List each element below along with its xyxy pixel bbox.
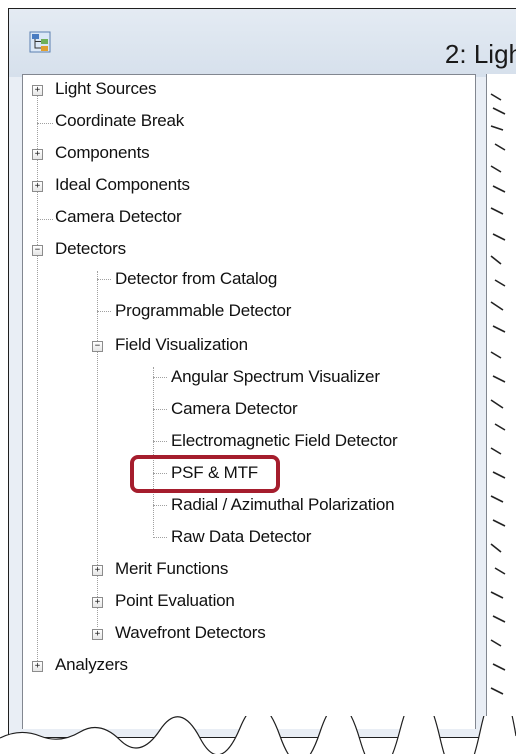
tree-item-angular-spectrum-visualizer[interactable]: Angular Spectrum Visualizer (171, 367, 380, 387)
tree-item-programmable-detector[interactable]: Programmable Detector (115, 301, 291, 321)
tree-item-electromagnetic-field-detector[interactable]: Electromagnetic Field Detector (171, 431, 398, 451)
tree-item-coordinate-break[interactable]: Coordinate Break (55, 111, 184, 131)
tree-item-raw-data-detector[interactable]: Raw Data Detector (171, 527, 311, 547)
tree-item-analyzers[interactable]: Analyzers (55, 655, 128, 675)
cropped-content-marks (490, 93, 506, 695)
tree-connector (97, 279, 111, 280)
collapse-field-visualization-minus-icon[interactable]: − (92, 341, 103, 352)
tree-item-camera-detector[interactable]: Camera Detector (55, 207, 182, 227)
tree-connector (153, 537, 167, 538)
torn-edge (0, 716, 516, 754)
tree-item-detectors[interactable]: Detectors (55, 239, 126, 259)
expand-merit-functions-plus-icon[interactable]: + (92, 565, 103, 576)
tree-connector (153, 377, 167, 378)
right-pane (486, 74, 516, 728)
window-title: 2: Ligh (444, 39, 516, 69)
tree-item-detector-from-catalog[interactable]: Detector from Catalog (115, 269, 277, 289)
tree-connector (37, 219, 53, 220)
tree-item-wavefront-detectors[interactable]: Wavefront Detectors (115, 623, 266, 643)
expand-analyzers-plus-icon[interactable]: + (32, 661, 43, 672)
tree-item-point-evaluation[interactable]: Point Evaluation (115, 591, 235, 611)
tree-connector (153, 367, 154, 535)
expand-point-evaluation-plus-icon[interactable]: + (92, 597, 103, 608)
tree-item-merit-functions[interactable]: Merit Functions (115, 559, 228, 579)
tree-item-radial-azimuthal-polarization[interactable]: Radial / Azimuthal Polarization (171, 495, 395, 515)
expand-light-sources-plus-icon[interactable]: + (32, 85, 43, 96)
tree-connector (153, 441, 167, 442)
tree-connector (97, 311, 111, 312)
tree-item-light-sources[interactable]: Light Sources (55, 79, 157, 99)
tree-panel[interactable]: + Light Sources Coordinate Break + Compo… (22, 74, 476, 729)
expand-ideal-components-plus-icon[interactable]: + (32, 181, 43, 192)
network-tree-icon[interactable] (29, 31, 51, 53)
expand-components-plus-icon[interactable]: + (32, 149, 43, 160)
collapse-detectors-minus-icon[interactable]: − (32, 245, 43, 256)
tree-item-field-visualization[interactable]: Field Visualization (115, 335, 248, 355)
highlight-box (130, 455, 280, 493)
tree-connector (153, 409, 167, 410)
tree-item-ideal-components[interactable]: Ideal Components (55, 175, 190, 195)
tree-item-fv-camera-detector[interactable]: Camera Detector (171, 399, 298, 419)
title-bar: 2: Ligh (9, 9, 516, 77)
expand-wavefront-detectors-plus-icon[interactable]: + (92, 629, 103, 640)
tree-connector (37, 123, 53, 124)
tree-connector (153, 505, 167, 506)
tree-connector (37, 87, 38, 667)
tree-item-components[interactable]: Components (55, 143, 150, 163)
